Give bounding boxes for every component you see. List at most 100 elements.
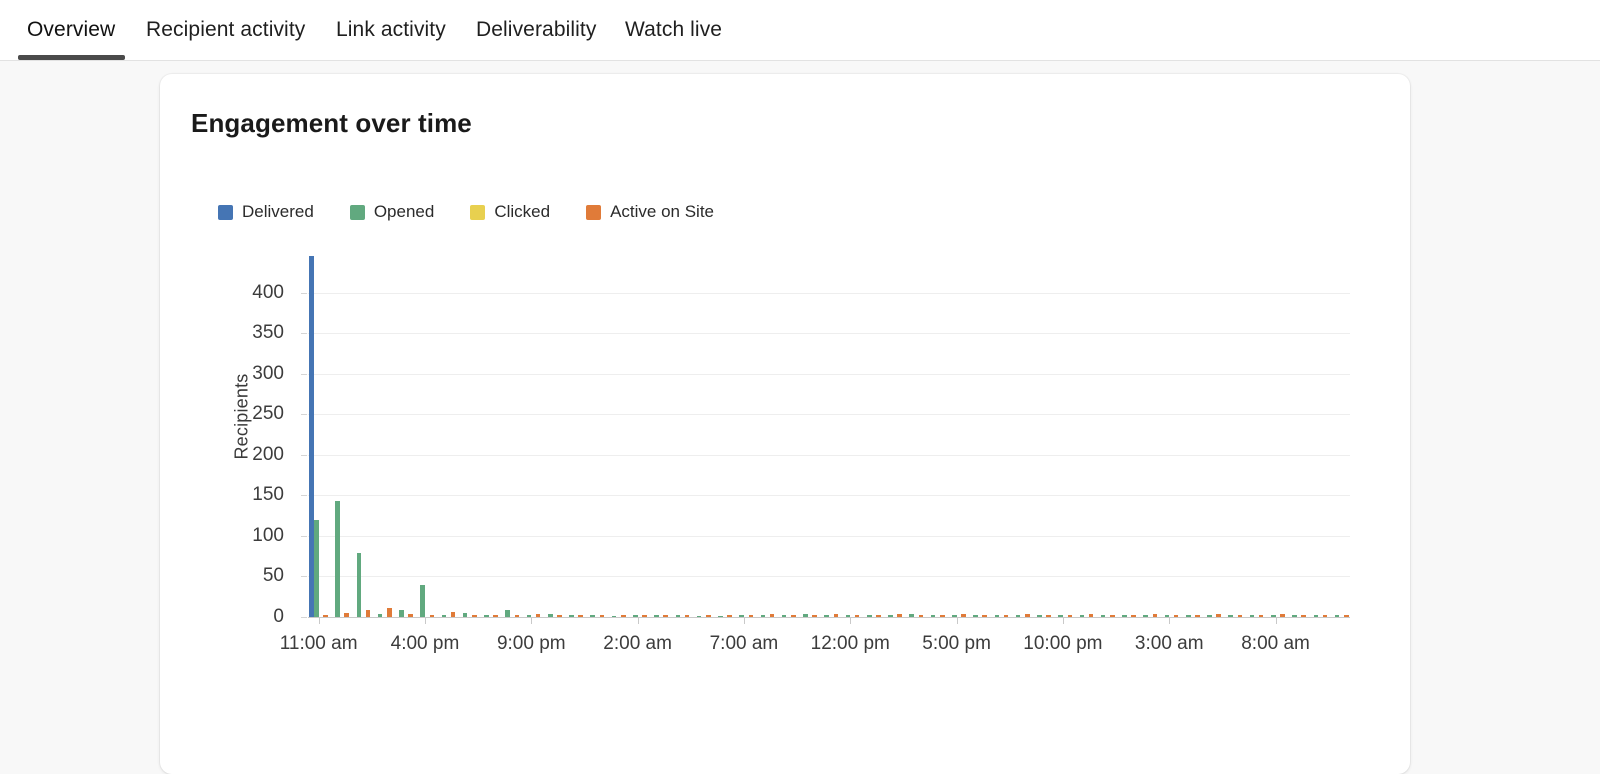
bar-active-on-site[interactable] bbox=[1174, 615, 1179, 617]
bar-active-on-site[interactable] bbox=[408, 614, 413, 617]
bar-active-on-site[interactable] bbox=[1004, 615, 1009, 617]
bar-active-on-site[interactable] bbox=[578, 615, 583, 617]
bar-active-on-site[interactable] bbox=[642, 615, 647, 617]
bar-opened[interactable] bbox=[846, 615, 851, 617]
bar-active-on-site[interactable] bbox=[557, 615, 562, 617]
bar-opened[interactable] bbox=[782, 615, 787, 617]
bar-active-on-site[interactable] bbox=[1110, 615, 1115, 617]
bar-active-on-site[interactable] bbox=[663, 615, 668, 617]
bar-opened[interactable] bbox=[1335, 615, 1340, 617]
bar-active-on-site[interactable] bbox=[855, 615, 860, 617]
bar-active-on-site[interactable] bbox=[1216, 614, 1221, 617]
bar-opened[interactable] bbox=[569, 615, 574, 617]
bar-active-on-site[interactable] bbox=[940, 615, 945, 617]
bar-opened[interactable] bbox=[1016, 615, 1021, 617]
legend-item-clicked[interactable]: Clicked bbox=[470, 202, 550, 222]
bar-opened[interactable] bbox=[1228, 615, 1233, 617]
bar-active-on-site[interactable] bbox=[1280, 614, 1285, 617]
bar-active-on-site[interactable] bbox=[1089, 614, 1094, 617]
bar-active-on-site[interactable] bbox=[451, 612, 456, 617]
bar-active-on-site[interactable] bbox=[727, 615, 732, 617]
bar-opened[interactable] bbox=[1122, 615, 1127, 617]
bar-active-on-site[interactable] bbox=[387, 608, 392, 617]
bar-delivered[interactable] bbox=[309, 256, 314, 617]
bar-active-on-site[interactable] bbox=[515, 615, 520, 617]
bar-opened[interactable] bbox=[378, 614, 383, 617]
bar-opened[interactable] bbox=[548, 614, 553, 617]
tab-link-activity[interactable]: Link activity bbox=[336, 0, 446, 60]
bar-opened[interactable] bbox=[1250, 615, 1255, 617]
bar-opened[interactable] bbox=[633, 615, 638, 617]
bar-opened[interactable] bbox=[505, 610, 510, 617]
bar-opened[interactable] bbox=[718, 616, 723, 618]
bar-opened[interactable] bbox=[867, 615, 872, 617]
bar-opened[interactable] bbox=[952, 615, 957, 617]
bar-opened[interactable] bbox=[888, 615, 893, 617]
bar-opened[interactable] bbox=[357, 553, 362, 617]
bar-opened[interactable] bbox=[1186, 615, 1191, 617]
bar-active-on-site[interactable] bbox=[1046, 615, 1051, 617]
bar-opened[interactable] bbox=[1101, 615, 1106, 617]
tab-deliverability[interactable]: Deliverability bbox=[476, 0, 596, 60]
bar-active-on-site[interactable] bbox=[1153, 614, 1158, 617]
bar-active-on-site[interactable] bbox=[1344, 615, 1349, 617]
bar-opened[interactable] bbox=[803, 614, 808, 617]
bar-opened[interactable] bbox=[1165, 615, 1170, 617]
bar-opened[interactable] bbox=[1314, 615, 1319, 617]
bar-active-on-site[interactable] bbox=[706, 615, 711, 617]
bar-active-on-site[interactable] bbox=[472, 615, 477, 617]
bar-active-on-site[interactable] bbox=[1259, 615, 1264, 617]
bar-active-on-site[interactable] bbox=[600, 615, 605, 617]
bar-active-on-site[interactable] bbox=[770, 614, 775, 617]
bar-active-on-site[interactable] bbox=[876, 615, 881, 617]
bar-opened[interactable] bbox=[442, 615, 447, 617]
bar-active-on-site[interactable] bbox=[1195, 615, 1200, 617]
bar-opened[interactable] bbox=[1207, 615, 1212, 617]
bar-opened[interactable] bbox=[1058, 615, 1063, 617]
bar-opened[interactable] bbox=[1271, 615, 1276, 617]
bar-active-on-site[interactable] bbox=[1323, 615, 1328, 617]
bar-opened[interactable] bbox=[654, 615, 659, 617]
bar-active-on-site[interactable] bbox=[1025, 614, 1030, 617]
bar-opened[interactable] bbox=[590, 615, 595, 617]
bar-opened[interactable] bbox=[995, 615, 1000, 617]
bar-active-on-site[interactable] bbox=[791, 615, 796, 617]
bar-opened[interactable] bbox=[676, 615, 681, 617]
bar-opened[interactable] bbox=[1292, 615, 1297, 617]
bar-active-on-site[interactable] bbox=[749, 615, 754, 617]
tab-recipient-activity[interactable]: Recipient activity bbox=[146, 0, 305, 60]
bar-opened[interactable] bbox=[1080, 615, 1085, 617]
bar-opened[interactable] bbox=[739, 615, 744, 617]
bar-opened[interactable] bbox=[484, 615, 489, 617]
bar-active-on-site[interactable] bbox=[536, 614, 541, 617]
legend-item-delivered[interactable]: Delivered bbox=[218, 202, 314, 222]
bar-active-on-site[interactable] bbox=[430, 615, 435, 617]
bar-active-on-site[interactable] bbox=[1068, 615, 1073, 617]
legend-item-opened[interactable]: Opened bbox=[350, 202, 435, 222]
tab-watch-live[interactable]: Watch live bbox=[625, 0, 722, 60]
legend-item-active-on-site[interactable]: Active on Site bbox=[586, 202, 714, 222]
bar-active-on-site[interactable] bbox=[493, 615, 498, 617]
bar-active-on-site[interactable] bbox=[685, 615, 690, 617]
bar-active-on-site[interactable] bbox=[344, 613, 349, 617]
bar-opened[interactable] bbox=[697, 616, 702, 618]
bar-active-on-site[interactable] bbox=[897, 614, 902, 617]
bar-opened[interactable] bbox=[335, 501, 340, 617]
bar-active-on-site[interactable] bbox=[812, 615, 817, 617]
bar-active-on-site[interactable] bbox=[982, 615, 987, 617]
bar-active-on-site[interactable] bbox=[919, 615, 924, 617]
bar-opened[interactable] bbox=[973, 615, 978, 617]
bar-active-on-site[interactable] bbox=[1131, 615, 1136, 617]
bar-opened[interactable] bbox=[527, 615, 532, 617]
bar-active-on-site[interactable] bbox=[1301, 615, 1306, 617]
bar-active-on-site[interactable] bbox=[1238, 615, 1243, 617]
bar-active-on-site[interactable] bbox=[621, 615, 626, 617]
bar-opened[interactable] bbox=[761, 615, 766, 617]
bar-active-on-site[interactable] bbox=[961, 614, 966, 617]
bar-opened[interactable] bbox=[931, 615, 936, 617]
bar-opened[interactable] bbox=[1037, 615, 1042, 617]
bar-opened[interactable] bbox=[314, 520, 319, 617]
bar-opened[interactable] bbox=[824, 615, 829, 617]
bar-active-on-site[interactable] bbox=[834, 614, 839, 617]
bar-opened[interactable] bbox=[463, 613, 468, 617]
